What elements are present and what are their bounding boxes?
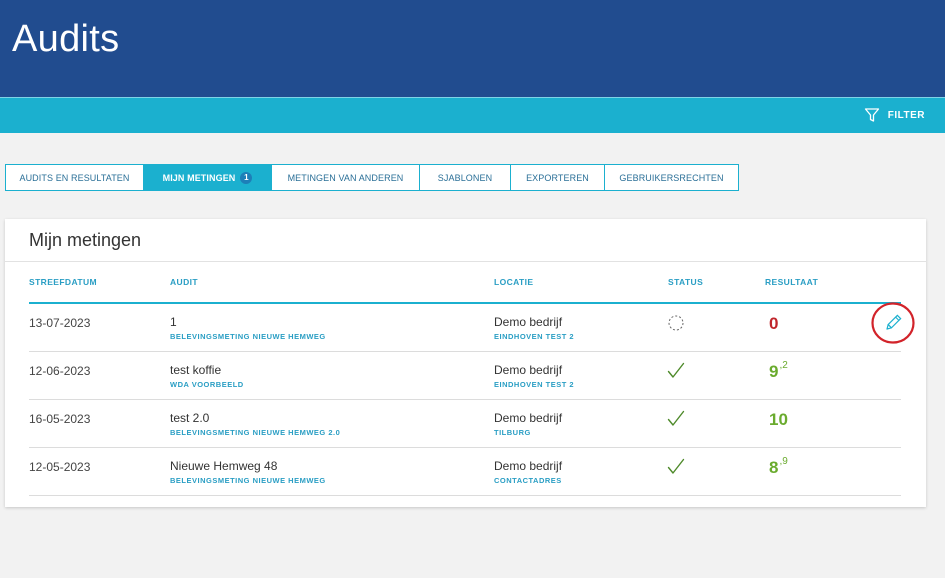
row-audit-template: BELEVINGSMETING NIEUWE HEMWEG — [170, 476, 326, 485]
tab-label: AUDITS EN RESULTATEN — [19, 172, 130, 183]
row-result: 8,9 — [769, 456, 788, 478]
row-audit-name[interactable]: 1 — [170, 315, 177, 329]
tab-label: METINGEN VAN ANDEREN — [287, 172, 404, 183]
row-audit-template: BELEVINGSMETING NIEUWE HEMWEG — [170, 332, 326, 341]
dashed-circle-icon — [668, 315, 684, 331]
filter-button[interactable]: FILTER — [864, 107, 925, 123]
tab-sjablonen[interactable]: SJABLONEN — [420, 164, 511, 191]
result-integer: 9 — [769, 362, 779, 381]
row-location: Demo bedrijf — [494, 459, 563, 473]
result-integer: 8 — [769, 458, 779, 477]
row-audit-name[interactable]: Nieuwe Hemweg 48 — [170, 459, 277, 473]
row-date: 13-07-2023 — [29, 316, 91, 330]
checkmark-icon — [667, 410, 685, 426]
row-location: Demo bedrijf — [494, 411, 563, 425]
row-result: 0 — [769, 314, 779, 334]
table-row[interactable]: 13-07-2023 1 BELEVINGSMETING NIEUWE HEMW… — [29, 302, 915, 352]
tab-exporteren[interactable]: EXPORTEREN — [511, 164, 605, 191]
row-date: 12-06-2023 — [29, 364, 91, 378]
row-sublocation: TILBURG — [494, 428, 531, 437]
tab-label: EXPORTEREN — [526, 172, 589, 183]
row-date: 12-05-2023 — [29, 460, 91, 474]
tab-label: SJABLONEN — [437, 172, 493, 183]
filter-icon — [864, 108, 879, 122]
row-result: 10 — [769, 410, 789, 430]
page-title: Audits — [12, 18, 120, 60]
tab-bar: AUDITS EN RESULTATEN MIJN METINGEN 1 MET… — [5, 164, 739, 191]
edit-button[interactable] — [871, 302, 915, 344]
row-location: Demo bedrijf — [494, 363, 563, 377]
card-title: Mijn metingen — [29, 230, 142, 250]
row-audit-template: WDA VOORBEELD — [170, 380, 244, 389]
page-header: Audits — [0, 0, 945, 97]
tab-metingen-van-anderen[interactable]: METINGEN VAN ANDEREN — [272, 164, 420, 191]
checkmark-icon — [667, 362, 685, 378]
result-integer: 10 — [769, 410, 788, 429]
column-header-audit[interactable]: AUDIT — [170, 277, 198, 287]
result-decimal: ,9 — [779, 456, 788, 467]
filter-bar: FILTER — [0, 97, 945, 133]
column-header-status[interactable]: STATUS — [668, 277, 703, 287]
result-integer: 0 — [769, 314, 779, 333]
column-header-date[interactable]: STREEFDATUM — [29, 277, 97, 287]
row-sublocation: EINDHOVEN TEST 2 — [494, 380, 575, 389]
row-date: 16-05-2023 — [29, 412, 91, 426]
result-decimal: ,2 — [779, 360, 788, 371]
tab-label: GEBRUIKERSRECHTEN — [619, 172, 724, 183]
count-badge: 1 — [240, 171, 253, 184]
row-audit-template: BELEVINGSMETING NIEUWE HEMWEG 2.0 — [170, 428, 341, 437]
column-header-location[interactable]: LOCATIE — [494, 277, 533, 287]
tab-mijn-metingen[interactable]: MIJN METINGEN 1 — [144, 164, 272, 191]
checkmark-icon — [667, 458, 685, 474]
row-sublocation: EINDHOVEN TEST 2 — [494, 332, 575, 341]
column-header-result[interactable]: RESULTAAT — [765, 277, 818, 287]
row-location: Demo bedrijf — [494, 315, 563, 329]
pencil-icon — [871, 302, 915, 344]
row-audit-name[interactable]: test 2.0 — [170, 411, 209, 425]
tab-label: MIJN METINGEN — [162, 172, 236, 183]
row-result: 9,2 — [769, 360, 788, 382]
table-row[interactable]: 12-05-2023 Nieuwe Hemweg 48 BELEVINGSMET… — [29, 448, 901, 496]
row-audit-name[interactable]: test koffie — [170, 363, 221, 377]
table-row[interactable]: 12-06-2023 test koffie WDA VOORBEELD Dem… — [29, 352, 901, 400]
tab-gebruikersrechten[interactable]: GEBRUIKERSRECHTEN — [605, 164, 739, 191]
tab-audits-en-resultaten[interactable]: AUDITS EN RESULTATEN — [5, 164, 144, 191]
table-row[interactable]: 16-05-2023 test 2.0 BELEVINGSMETING NIEU… — [29, 400, 901, 448]
divider — [5, 261, 926, 262]
filter-label: FILTER — [887, 109, 925, 121]
row-sublocation: CONTACTADRES — [494, 476, 562, 485]
measurements-card: Mijn metingen STREEFDATUM AUDIT LOCATIE … — [5, 219, 926, 507]
